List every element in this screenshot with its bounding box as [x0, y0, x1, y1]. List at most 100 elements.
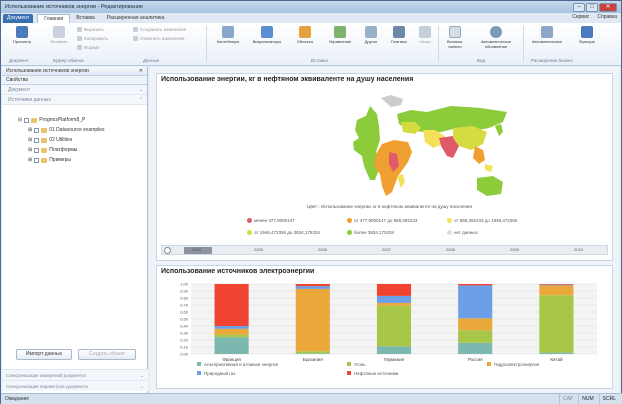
containers-icon [222, 26, 234, 38]
sync-params-section[interactable]: Синхронизация параметров документа ⌄ [2, 380, 148, 391]
timeline-slider[interactable]: 2004 2005 2006 2007 2008 2009 2010 [161, 245, 608, 255]
properties-header: Свойства [2, 76, 147, 85]
section-data-sources[interactable]: Источники данных ⌃ [2, 95, 147, 105]
bar-segment [214, 337, 249, 354]
preview-icon [16, 26, 28, 38]
format-button[interactable]: Формат [77, 45, 100, 50]
save-changes-button[interactable]: Сохранить изменения [133, 27, 186, 32]
group-label-clipboard: Буфер обмена [53, 58, 84, 63]
copy-icon [77, 36, 82, 41]
legend-item[interactable]: более 3834,175334 [347, 230, 394, 235]
legend-label: Нефтяные источники [354, 371, 399, 376]
timeline-year: 2006 [318, 247, 327, 252]
objects-button[interactable]: Объекты [291, 26, 319, 44]
panel-title: Использование источников энергии ✕ [2, 67, 147, 76]
sync-dimensions-section[interactable]: Синхронизация измерений документа ⌄ [2, 369, 148, 380]
automatic-button[interactable]: Автоматическое [527, 26, 567, 44]
status-bar: Ожидание CAP NUM SCRL [1, 393, 622, 404]
legend-swatch [347, 362, 351, 366]
checkbox-icon[interactable] [34, 147, 40, 153]
checkbox-icon[interactable] [34, 157, 40, 163]
play-icon[interactable] [164, 247, 171, 254]
tree-node[interactable]: ⊞ 01 Datasource examples [2, 125, 148, 135]
y-tick-label: 0,50 [180, 317, 189, 322]
legend-item[interactable]: от 1946,472356 до 3834,175334 [247, 230, 320, 235]
create-object-button[interactable]: Создать объект [78, 349, 136, 360]
tree-node-root[interactable]: ⊟ PrognozPlatform8_P [2, 115, 148, 125]
left-panel: Использование источников энергии ✕ Свойст… [2, 67, 148, 393]
tab-analytics[interactable]: Расширенная аналитика [101, 14, 170, 23]
legend-item[interactable]: от 858,392233 до 1946,472356 [447, 218, 517, 223]
map-panel: Использование энергии, кг в нефтяном экв… [156, 73, 613, 261]
database-icon [31, 117, 38, 123]
visualizers-button[interactable]: Визуализаторы [247, 26, 287, 44]
section-document[interactable]: Документ ⌄ [2, 85, 147, 95]
group-label-document: Документ [9, 58, 29, 63]
bar-segment [295, 353, 330, 354]
controls-button[interactable]: Управление [323, 26, 357, 44]
world-map[interactable] [157, 86, 614, 206]
bar-segment [295, 286, 330, 289]
close-icon[interactable]: ✕ [139, 67, 143, 75]
other-button[interactable]: Другое [359, 26, 383, 44]
scrl-indicator: SCRL [598, 394, 619, 404]
y-tick-label: 1,00 [180, 282, 189, 287]
preview-button[interactable]: Просмотр [7, 26, 37, 44]
bar-segment [295, 351, 330, 354]
tree-node[interactable]: ⊞ Примеры [2, 155, 148, 165]
group-label-insert: Вставка [311, 58, 328, 63]
y-tick-label: 0,30 [180, 331, 189, 336]
minimize-button[interactable]: – [573, 2, 585, 12]
objects-icon [299, 26, 311, 38]
cap-indicator: CAP [558, 394, 576, 404]
aux-panels-button[interactable]: Вспомог. панели [441, 26, 469, 49]
undo-icon [133, 36, 138, 41]
bar-segment [376, 302, 412, 306]
import-data-button[interactable]: Импорт данных [16, 349, 72, 360]
legend-label: Альтернативная и атомная энергия [204, 362, 279, 367]
maximize-button[interactable]: □ [586, 2, 598, 12]
folder-icon [41, 147, 48, 153]
legend-label: Уголь [354, 362, 366, 367]
folder-icon [41, 127, 48, 133]
bar-segment [539, 285, 574, 296]
functions-button[interactable]: Функции [573, 26, 601, 44]
tab-insert[interactable]: Вставка [70, 14, 101, 23]
links-button[interactable]: Связи [415, 26, 435, 44]
tree-view: ⊟ PrognozPlatform8_P ⊞ 01 Datasource examp… [2, 115, 148, 165]
y-tick-label: 0,60 [180, 310, 189, 315]
timeline-year: 2008 [446, 247, 455, 252]
legend-item[interactable]: от 477,9000147 до 858,092233 [347, 218, 417, 223]
legend-item[interactable]: нет данных [447, 230, 478, 235]
plugins-button[interactable]: Плагины [385, 26, 413, 44]
stacked-bar-chart[interactable]: 0,00 0,10 0,20 0,30 0,40 0,50 0,60 0,70 0,80 0,90… [157, 278, 612, 388]
cancel-changes-button[interactable]: Отменить изменения [133, 36, 184, 41]
map-title: Использование энергии, кг в нефтяном экв… [161, 76, 414, 83]
menu-service[interactable]: Сервис [572, 14, 589, 20]
folder-icon [41, 137, 48, 143]
legend-label: Природный газ [204, 370, 235, 376]
bar-segment [458, 330, 493, 343]
menu-help[interactable]: Справка [597, 14, 617, 20]
copy-button[interactable]: Копировать [77, 36, 108, 41]
tab-home[interactable]: Главная [37, 14, 71, 23]
containers-button[interactable]: Контейнеры [211, 26, 245, 44]
legend-item[interactable]: менее 477,9000147 [247, 218, 295, 223]
chevron-down-icon: ⌄ [140, 373, 144, 378]
paste-button[interactable]: Вставить [45, 26, 73, 44]
document-menu-button[interactable]: Документ [3, 14, 34, 23]
y-tick-label: 0,20 [180, 338, 189, 343]
close-button[interactable]: ✕ [599, 2, 617, 12]
checkbox-icon[interactable] [34, 137, 40, 143]
bar-segment [214, 326, 249, 329]
title-bar: Использование источников энергии - Редак… [1, 1, 621, 13]
cut-button[interactable]: Вырезать [77, 27, 104, 32]
tree-node[interactable]: ⊞ 02 Utilities [2, 135, 148, 145]
checkbox-icon[interactable] [24, 117, 30, 123]
checkbox-icon[interactable] [34, 127, 40, 133]
timeline-year: 2010 [574, 247, 583, 252]
auto-update-button[interactable]: Автоматическое обновление [473, 26, 519, 49]
function-icon [581, 26, 593, 38]
tree-node[interactable]: ⊞ Платформы [2, 145, 148, 155]
ribbon: Просмотр Вставить Вырезать Копировать Фо… [1, 23, 621, 66]
